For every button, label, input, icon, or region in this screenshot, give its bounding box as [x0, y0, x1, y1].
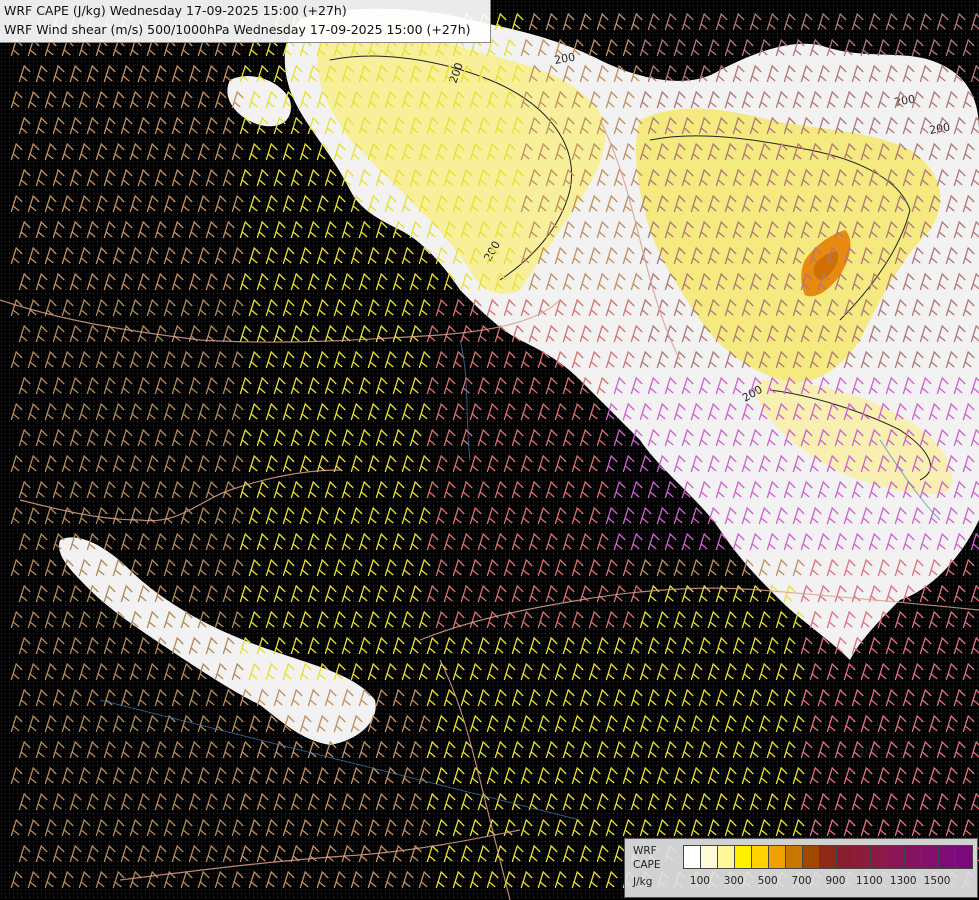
legend-swatch — [684, 846, 701, 868]
legend-swatch — [888, 846, 905, 868]
cape-title: WRF CAPE (J/kg) Wednesday 17-09-2025 15:… — [4, 3, 347, 18]
legend-swatch — [752, 846, 769, 868]
legend-tick-label: 500 — [757, 875, 778, 887]
legend-tick-label: 1100 — [855, 875, 883, 887]
legend-swatch — [854, 846, 871, 868]
legend-tick-label: 100 — [689, 875, 710, 887]
weather-map: 200 200 200 200 200 200 200 — [0, 0, 979, 900]
map-title-box: WRF CAPE (J/kg) Wednesday 17-09-2025 15:… — [0, 0, 491, 43]
legend-swatch — [735, 846, 752, 868]
wind-shear-title: WRF Wind shear (m/s) 500/1000hPa Wednesd… — [4, 22, 471, 37]
legend-color-scale — [683, 845, 973, 869]
legend-swatch — [769, 846, 786, 868]
legend-tick-label: 1500 — [923, 875, 951, 887]
legend-swatch — [905, 846, 922, 868]
legend-swatch — [718, 846, 735, 868]
legend-swatch — [939, 846, 956, 868]
legend-tick-label: 1300 — [889, 875, 917, 887]
legend-swatch — [803, 846, 820, 868]
legend-label-unit: J/kg — [633, 876, 653, 888]
legend-swatch — [837, 846, 854, 868]
legend-tick-label: 900 — [825, 875, 846, 887]
legend-swatch — [820, 846, 837, 868]
legend-swatch — [922, 846, 939, 868]
cape-legend: WRF CAPE J/kg 100 300 500 700 900 1100 1300 150… — [624, 838, 978, 898]
legend-label-model: WRF — [633, 845, 657, 857]
legend-swatch — [956, 846, 972, 868]
legend-swatch — [786, 846, 803, 868]
legend-label-field: CAPE — [633, 859, 661, 871]
legend-tick-label: 700 — [791, 875, 812, 887]
legend-tick-label: 300 — [723, 875, 744, 887]
legend-swatch — [701, 846, 718, 868]
legend-swatch — [871, 846, 888, 868]
